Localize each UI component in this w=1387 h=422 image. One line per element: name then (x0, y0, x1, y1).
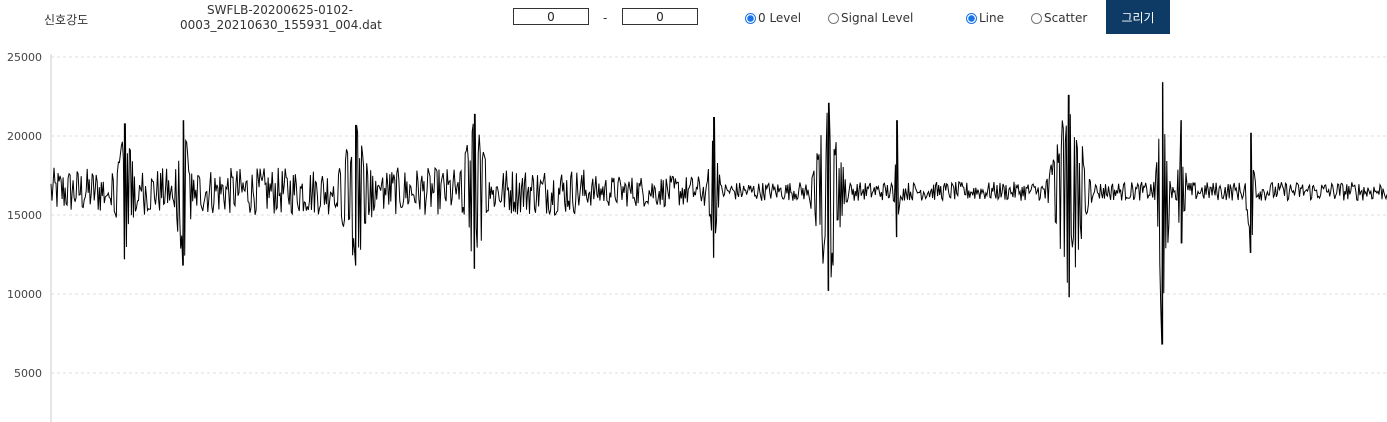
line-label: Line (979, 11, 1005, 25)
radio-checked-icon (745, 12, 756, 24)
zero-level-radio[interactable]: 0 Level (745, 11, 801, 25)
range-separator: - (603, 11, 608, 25)
y-tick-label: 15000 (7, 209, 42, 222)
y-tick-label: 10000 (7, 288, 42, 301)
y-tick-label: 5000 (14, 367, 42, 380)
signal-line (50, 82, 1387, 345)
radio-unchecked-icon (828, 12, 839, 24)
filename-line-2: 0003_20210630_155931_004.dat (180, 18, 382, 32)
y-tick-label: 20000 (7, 130, 42, 143)
signal-chart: 25000 20000 15000 10000 5000 (7, 51, 1387, 422)
signal-level-label: Signal Level (841, 11, 914, 25)
range-end-input[interactable] (622, 8, 698, 25)
toolbar: 신호강도 SWFLB-20200625-0102- 0003_20210630_… (0, 0, 1387, 40)
y-tick-label: 25000 (7, 51, 42, 64)
filename-label: SWFLB-20200625-0102- 0003_20210630_15593… (180, 3, 382, 33)
signal-level-radio[interactable]: Signal Level (828, 11, 913, 25)
scatter-label: Scatter (1044, 11, 1088, 25)
radio-unchecked-icon (1031, 12, 1042, 24)
signal-strength-label: 신호강도 (44, 13, 89, 27)
line-radio[interactable]: Line (966, 11, 1004, 25)
draw-button[interactable]: 그리기 (1106, 0, 1170, 34)
filename-line-1: SWFLB-20200625-0102- (207, 3, 353, 17)
range-start-input[interactable] (513, 8, 589, 25)
scatter-radio[interactable]: Scatter (1031, 11, 1087, 25)
radio-checked-icon (966, 12, 977, 24)
zero-level-label: 0 Level (758, 11, 802, 25)
